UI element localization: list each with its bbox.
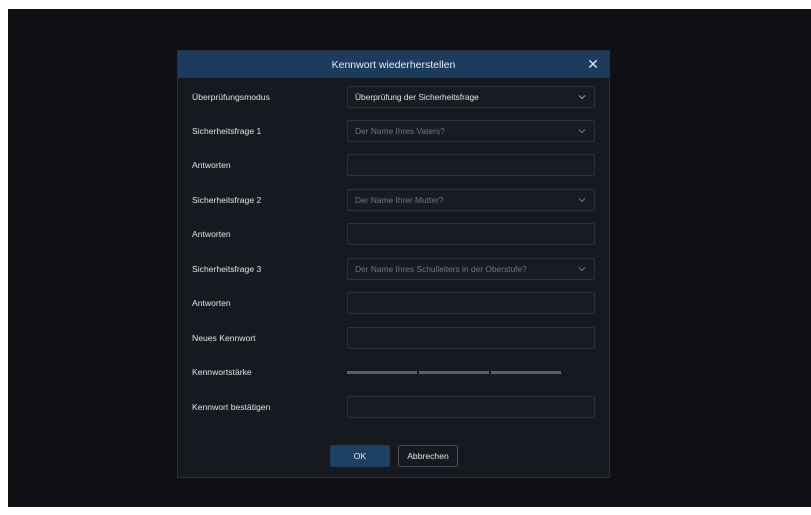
security-question-3-value: Der Name Ihres Schulleiters in der Obers… [355, 264, 527, 274]
new-password-row: Neues Kennwort [178, 327, 609, 349]
security-question-1-value: Der Name Ihres Vaters? [355, 126, 445, 136]
dialog-title: Kennwort wiederherstellen [331, 58, 456, 71]
security-question-2-label: Sicherheitsfrage 2 [192, 195, 262, 205]
password-strength-label: Kennwortstärke [192, 367, 252, 377]
answer-2-label: Antworten [192, 229, 231, 239]
password-strength-meter [347, 371, 561, 374]
confirm-password-input[interactable] [347, 396, 595, 418]
security-question-1-row: Sicherheitsfrage 1 Der Name Ihres Vaters… [178, 120, 609, 142]
answer-1-row: Antworten [178, 154, 609, 176]
strength-segment-weak [347, 371, 417, 374]
chevron-down-icon [578, 196, 586, 204]
answer-2-input[interactable] [347, 223, 595, 245]
recover-password-dialog: Kennwort wiederherstellen ✕ Überprüfungs… [177, 50, 610, 478]
confirm-password-label: Kennwort bestätigen [192, 402, 271, 412]
verification-mode-label: Überprüfungsmodus [192, 92, 270, 102]
answer-1-label: Antworten [192, 160, 231, 170]
answer-3-label: Antworten [192, 298, 231, 308]
strength-segment-strong [491, 371, 561, 374]
answer-3-row: Antworten [178, 292, 609, 314]
confirm-password-row: Kennwort bestätigen [178, 396, 609, 418]
answer-1-input[interactable] [347, 154, 595, 176]
security-question-2-value: Der Name Ihrer Mutter? [355, 195, 444, 205]
cancel-button[interactable]: Abbrechen [398, 445, 458, 467]
verification-mode-value: Überprüfung der Sicherheitsfrage [355, 92, 479, 102]
new-password-label: Neues Kennwort [192, 333, 256, 343]
security-question-3-select[interactable]: Der Name Ihres Schulleiters in der Obers… [347, 258, 595, 280]
chevron-down-icon [578, 265, 586, 273]
security-question-1-select[interactable]: Der Name Ihres Vaters? [347, 120, 595, 142]
chevron-down-icon [578, 93, 586, 101]
security-question-2-row: Sicherheitsfrage 2 Der Name Ihrer Mutter… [178, 189, 609, 211]
chevron-down-icon [578, 127, 586, 135]
security-question-3-label: Sicherheitsfrage 3 [192, 264, 262, 274]
new-password-input[interactable] [347, 327, 595, 349]
answer-2-row: Antworten [178, 223, 609, 245]
dialog-header: Kennwort wiederherstellen ✕ [178, 51, 609, 78]
security-question-2-select[interactable]: Der Name Ihrer Mutter? [347, 189, 595, 211]
ok-button[interactable]: OK [330, 445, 390, 467]
dialog-actions: OK Abbrechen [178, 445, 609, 467]
password-strength-row: Kennwortstärke [178, 361, 609, 383]
answer-3-input[interactable] [347, 292, 595, 314]
security-question-3-row: Sicherheitsfrage 3 Der Name Ihres Schull… [178, 258, 609, 280]
verification-mode-select[interactable]: Überprüfung der Sicherheitsfrage [347, 86, 595, 108]
close-icon[interactable]: ✕ [586, 57, 600, 71]
verification-mode-row: Überprüfungsmodus Überprüfung der Sicher… [178, 86, 609, 108]
strength-segment-medium [419, 371, 489, 374]
security-question-1-label: Sicherheitsfrage 1 [192, 126, 262, 136]
